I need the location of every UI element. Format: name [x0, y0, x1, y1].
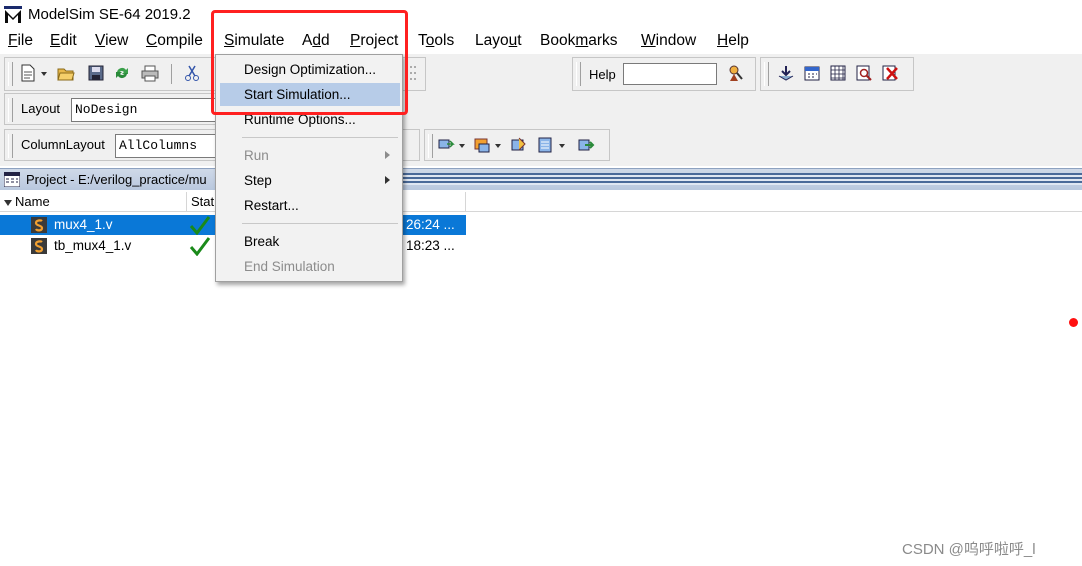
menu-item-break[interactable]: Break: [220, 230, 400, 253]
menu-project[interactable]: Project: [350, 32, 398, 50]
tools-toolbar: [760, 57, 914, 91]
delete-icon[interactable]: [881, 64, 899, 82]
grid-view-icon[interactable]: [829, 64, 847, 82]
layout-toolbar: Layout NoDesign: [4, 93, 217, 125]
toolbar-grip[interactable]: [8, 62, 13, 86]
forward-signal-icon[interactable]: [577, 136, 595, 154]
modelsim-logo-icon: [4, 6, 22, 23]
menu-file[interactable]: File: [8, 32, 33, 50]
file-toolbar: [4, 57, 216, 91]
menu-item-step[interactable]: Step: [220, 169, 400, 192]
menu-edit[interactable]: Edit: [50, 32, 77, 50]
simulate-menu: Design Optimization... Start Simulation.…: [215, 54, 403, 282]
file-name: tb_mux4_1.v: [54, 238, 132, 253]
menu-bar: File Edit View Compile Simulate Add Proj…: [0, 30, 1082, 54]
check-icon: [189, 237, 211, 256]
watermark: CSDN @呜呼啦呼_l: [902, 541, 1036, 558]
menu-item-design-optimization[interactable]: Design Optimization...: [220, 58, 400, 81]
title-bar: ModelSim SE-64 2019.2: [0, 0, 1082, 30]
list-signal-icon[interactable]: [537, 136, 555, 154]
menu-item-restart[interactable]: Restart...: [220, 194, 400, 217]
columnlayout-toolbar: ColumnLayout AllColumns: [4, 129, 217, 161]
menu-window[interactable]: Window: [641, 32, 696, 50]
submenu-arrow-icon: [385, 151, 390, 159]
menu-layout[interactable]: Layout: [475, 32, 522, 50]
sort-down-icon: [4, 200, 12, 206]
chevron-down-icon[interactable]: [41, 72, 47, 76]
file-date: 18:23 ...: [406, 238, 455, 253]
column-name-header[interactable]: Name: [0, 192, 187, 212]
download-icon[interactable]: [777, 64, 795, 82]
help-toolbar: Help: [572, 57, 756, 91]
project-column-header: Name Stat: [0, 192, 1082, 212]
menu-item-run[interactable]: Run: [220, 144, 400, 167]
toolbar-grip[interactable]: [8, 134, 13, 158]
menu-item-start-simulation[interactable]: Start Simulation...: [220, 83, 400, 106]
add-signal-icon[interactable]: [473, 136, 491, 154]
verilog-file-icon: [31, 217, 47, 233]
toolbar-grip[interactable]: [576, 62, 581, 86]
add-wave-icon[interactable]: [437, 136, 455, 154]
menu-item-runtime-options[interactable]: Runtime Options...: [220, 108, 400, 131]
layout-label: Layout: [21, 101, 61, 116]
help-label: Help: [589, 67, 616, 82]
save-icon[interactable]: [87, 64, 105, 82]
toolbar-area: Help Layout NoDesign ColumnLayout AllCol…: [0, 54, 1082, 166]
menu-add[interactable]: Add: [302, 32, 330, 50]
menu-view[interactable]: View: [95, 32, 128, 50]
menu-bookmarks[interactable]: Bookmarks: [540, 32, 618, 50]
toolbar-grip[interactable]: [428, 134, 433, 158]
open-folder-icon[interactable]: [57, 64, 75, 82]
menu-separator: [242, 137, 398, 138]
file-name: mux4_1.v: [54, 217, 113, 232]
chevron-down-icon[interactable]: [459, 144, 465, 148]
menu-simulate[interactable]: Simulate: [224, 32, 284, 50]
menu-tools[interactable]: Tools: [418, 32, 454, 50]
layout-select[interactable]: NoDesign: [71, 98, 217, 122]
toolbar-grip[interactable]: [764, 62, 769, 86]
window-title: ModelSim SE-64 2019.2: [28, 6, 191, 23]
columnlayout-combo-end: [402, 129, 420, 161]
menu-help[interactable]: Help: [717, 32, 749, 50]
column-status-header[interactable]: Stat: [187, 192, 217, 212]
annotation-red-dot: [1069, 318, 1078, 327]
menu-item-end-simulation[interactable]: End Simulation: [220, 255, 400, 278]
calendar-icon[interactable]: [803, 64, 821, 82]
submenu-arrow-icon: [385, 176, 390, 184]
project-panel-title: Project - E:/verilog_practice/mu: [26, 172, 207, 187]
columnlayout-select[interactable]: AllColumns: [115, 134, 217, 158]
toolbar-separator: [171, 64, 172, 84]
cut-icon[interactable]: [183, 64, 201, 82]
project-panel-header: Project - E:/verilog_practice/mu: [0, 168, 1082, 190]
menu-compile[interactable]: Compile: [146, 32, 203, 50]
columnlayout-label: ColumnLayout: [21, 137, 105, 152]
toolbar-more-icon[interactable]: [403, 64, 421, 82]
file-date: 26:24 ...: [406, 217, 455, 232]
verilog-file-icon: [31, 238, 47, 254]
edit-signal-icon[interactable]: [509, 136, 527, 154]
project-panel-icon: [4, 172, 20, 187]
check-icon: [189, 216, 211, 235]
help-search-input[interactable]: [623, 63, 717, 85]
print-icon[interactable]: [141, 64, 159, 82]
menu-separator: [242, 223, 398, 224]
chevron-down-icon[interactable]: [559, 144, 565, 148]
toolbar-grip[interactable]: [8, 98, 13, 122]
help-search-icon[interactable]: [727, 64, 745, 82]
object-toolbar: [424, 129, 610, 161]
find-icon[interactable]: [855, 64, 873, 82]
new-file-icon[interactable]: [19, 64, 37, 82]
chevron-down-icon[interactable]: [495, 144, 501, 148]
refresh-icon[interactable]: [113, 64, 131, 82]
